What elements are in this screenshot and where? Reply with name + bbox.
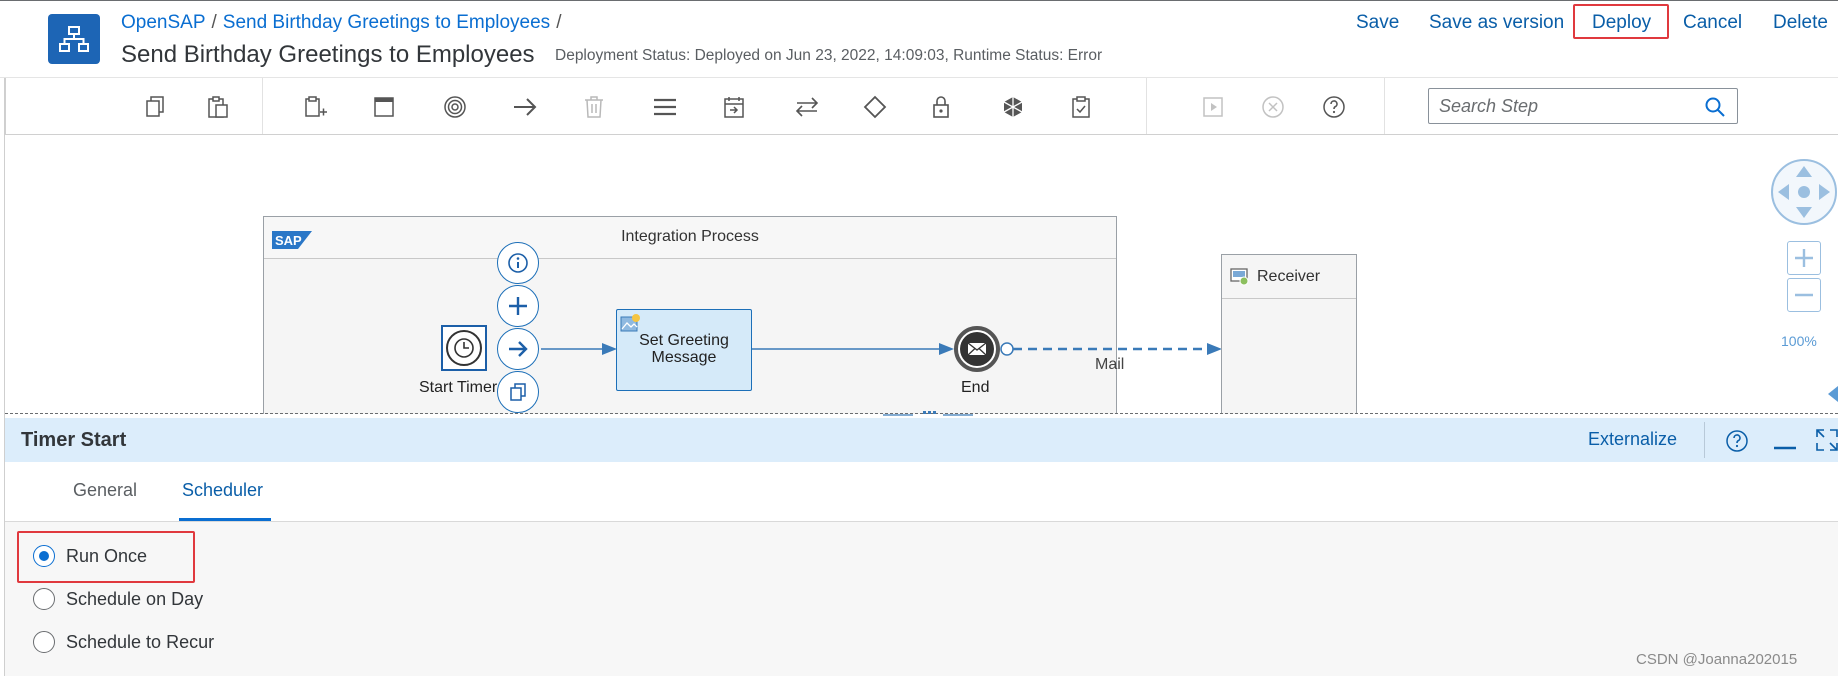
delete-button[interactable]: Delete <box>1773 12 1828 34</box>
zoom-in-button[interactable] <box>1787 241 1821 275</box>
maximize-icon[interactable] <box>1815 428 1838 457</box>
toolbar-separator <box>1384 78 1385 134</box>
hierarchy-icon <box>48 14 100 64</box>
end-event[interactable] <box>954 326 1000 372</box>
mail-channel-label: Mail <box>1095 356 1125 373</box>
cancel-button[interactable]: Cancel <box>1683 12 1742 34</box>
calendar-step-icon[interactable] <box>721 94 747 120</box>
schedule-to-recur-label: Schedule to Recur <box>66 631 215 652</box>
clipboard-check-icon[interactable] <box>1068 94 1094 120</box>
radio-dot <box>39 551 49 561</box>
blocks-icon[interactable] <box>1000 94 1026 120</box>
zoom-level: 100% <box>1781 333 1817 349</box>
window-icon[interactable] <box>371 94 397 120</box>
tab-scheduler[interactable]: Scheduler <box>182 480 263 501</box>
save-as-version-button[interactable]: Save as version <box>1429 12 1564 34</box>
diamond-icon[interactable] <box>862 94 888 120</box>
search-step-input[interactable] <box>1439 95 1689 117</box>
header-separator <box>1704 422 1705 458</box>
properties-tabs: General Scheduler <box>5 462 1838 522</box>
menu-icon[interactable] <box>652 94 678 120</box>
palette-toolbar <box>5 78 1838 135</box>
minus-icon <box>1795 293 1813 297</box>
delete-icon <box>581 94 607 120</box>
breadcrumb-link-opensap[interactable]: OpenSAP <box>121 12 206 33</box>
toolbar-separator <box>1146 78 1147 134</box>
scheduler-panel: Run Once Schedule on Day Schedule to Rec… <box>5 522 1838 676</box>
target-icon[interactable] <box>442 94 468 120</box>
cancel-circle-icon <box>1260 94 1286 120</box>
deployment-status: Deployment Status: Deployed on Jun 23, 2… <box>555 47 1103 64</box>
radio-run-once[interactable]: Run Once <box>33 542 147 570</box>
toolbar-separator <box>262 78 263 134</box>
search-step-field[interactable] <box>1428 88 1738 124</box>
zoom-out-button[interactable] <box>1787 278 1821 312</box>
page-title: Send Birthday Greetings to Employees <box>121 41 535 68</box>
deploy-button[interactable]: Deploy <box>1592 12 1651 34</box>
overview-toggle-icon[interactable] <box>1828 386 1838 407</box>
schedule-on-day-label: Schedule on Day <box>66 588 204 609</box>
radio-schedule-to-recur[interactable]: Schedule to Recur <box>33 628 214 656</box>
set-greeting-label: Set Greeting Message <box>617 332 751 366</box>
watermark: CSDN @Joanna202015 <box>1636 651 1798 668</box>
swap-arrows-icon[interactable] <box>794 94 820 120</box>
help-icon[interactable] <box>1725 429 1749 458</box>
radio-button[interactable] <box>33 631 55 653</box>
breadcrumb: OpenSAP / Send Birthday Greetings to Emplo… <box>121 12 567 34</box>
set-greeting-label-line2: Message <box>651 349 717 366</box>
active-tab-indicator <box>179 518 271 521</box>
paste-icon[interactable] <box>205 94 231 120</box>
radio-schedule-on-day[interactable]: Schedule on Day <box>33 585 203 613</box>
arrow-right-icon[interactable] <box>512 94 538 120</box>
copy-icon[interactable] <box>143 94 169 120</box>
receiver-participant[interactable]: Receiver <box>1221 254 1357 414</box>
navigation-wheel[interactable] <box>1770 158 1838 226</box>
radio-button[interactable] <box>33 588 55 610</box>
splitter-grip-icon[interactable] <box>883 410 973 416</box>
mail-icon <box>960 332 994 366</box>
breadcrumb-separator: / <box>211 12 217 33</box>
add-participant-icon[interactable] <box>303 94 329 120</box>
lock-icon[interactable] <box>928 94 954 120</box>
externalize-button[interactable]: Externalize <box>1588 429 1677 450</box>
plus-icon <box>1795 249 1813 267</box>
radio-button-selected[interactable] <box>33 545 55 567</box>
properties-title: Timer Start <box>21 429 127 451</box>
help-icon[interactable] <box>1321 94 1347 120</box>
receiver-header: Receiver <box>1222 255 1356 299</box>
tab-general[interactable]: General <box>73 480 137 501</box>
breadcrumb-link-package[interactable]: Send Birthday Greetings to Employees <box>223 12 550 33</box>
save-button[interactable]: Save <box>1356 12 1399 34</box>
set-greeting-label-line1: Set Greeting <box>639 332 729 349</box>
breadcrumb-separator: / <box>556 12 562 33</box>
receiver-label: Receiver <box>1257 268 1321 285</box>
end-label: End <box>961 379 990 396</box>
process-canvas[interactable]: SAP Integration Process Start Timer Set … <box>5 136 1838 414</box>
run-once-label: Run Once <box>66 545 148 566</box>
set-greeting-message-step[interactable]: Set Greeting Message <box>616 309 752 391</box>
receiver-icon <box>1230 268 1250 291</box>
play-icon <box>1200 94 1226 120</box>
properties-header: Timer Start Externalize <box>5 418 1838 462</box>
search-icon[interactable] <box>1704 96 1726 123</box>
minimize-icon[interactable] <box>1773 432 1797 457</box>
app-header: OpenSAP / Send Birthday Greetings to Emplo… <box>0 0 1838 78</box>
